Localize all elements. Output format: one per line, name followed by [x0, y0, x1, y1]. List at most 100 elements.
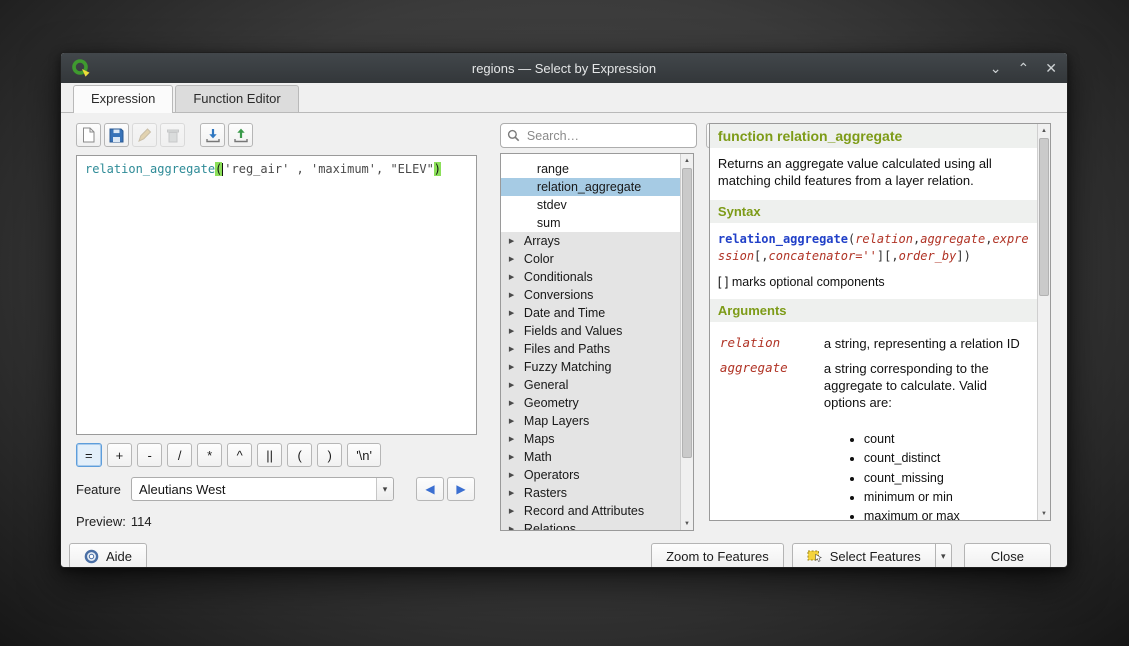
function-group[interactable]: ▶Math [501, 448, 680, 466]
function-group[interactable]: ▶General [501, 376, 680, 394]
scrollbar-thumb[interactable] [682, 168, 692, 458]
select-features-button[interactable]: Select Features [792, 543, 936, 568]
chevron-down-icon[interactable]: ▾ [376, 478, 393, 500]
function-group[interactable]: ▶Color [501, 250, 680, 268]
chevron-right-icon: ▶ [509, 399, 517, 407]
function-group[interactable]: ▶Conversions [501, 286, 680, 304]
chevron-right-icon: ▶ [509, 507, 517, 515]
search-icon [507, 129, 520, 142]
option-item: count [864, 431, 1027, 447]
arrow-right-icon: ▶ [456, 482, 465, 496]
scroll-down-icon[interactable]: ▼ [681, 517, 693, 530]
feature-row: Feature Aleutians West ▾ ◀ ▶ [76, 477, 477, 501]
select-features-dropdown-button[interactable]: ▾ [936, 543, 952, 568]
function-item-selected[interactable]: relation_aggregate [501, 178, 680, 196]
previous-feature-button[interactable]: ◀ [416, 477, 444, 501]
operator-divide-button[interactable]: / [167, 443, 192, 467]
save-expression-button[interactable] [104, 123, 129, 147]
operator-newline-button[interactable]: '\n' [347, 443, 381, 467]
expression-function: relation_aggregate [85, 162, 215, 176]
feature-combobox[interactable]: Aleutians West ▾ [131, 477, 394, 501]
chevron-right-icon: ▶ [509, 525, 517, 530]
select-features-split-button: Select Features ▾ [792, 543, 952, 568]
new-file-icon [81, 127, 96, 143]
close-button[interactable]: Close [964, 543, 1051, 568]
function-group[interactable]: ▶Rasters [501, 484, 680, 502]
function-group[interactable]: ▶Fuzzy Matching [501, 358, 680, 376]
aggregate-options-list: count count_distinct count_missing minim… [850, 431, 1027, 520]
operator-minus-button[interactable]: - [137, 443, 162, 467]
search-input[interactable] [525, 128, 690, 144]
syntax-heading: Syntax [710, 200, 1037, 223]
chevron-right-icon: ▶ [509, 291, 517, 299]
function-group[interactable]: ▶Conditionals [501, 268, 680, 286]
help-button[interactable]: Aide [69, 543, 147, 568]
option-item: count_distinct [864, 450, 1027, 466]
operator-open-paren-button[interactable]: ( [287, 443, 312, 467]
function-item[interactable]: range [501, 160, 680, 178]
chevron-right-icon: ▶ [509, 327, 517, 335]
function-list-column: Show Help range relation_aggregate stdev… [500, 123, 694, 531]
function-group[interactable]: ▶Files and Paths [501, 340, 680, 358]
search-row: Show Help [500, 123, 694, 148]
help-scrollbar: ▲ ▼ [1037, 124, 1050, 520]
chevron-right-icon: ▶ [509, 237, 517, 245]
trash-icon [166, 128, 180, 143]
function-group[interactable]: ▶Operators [501, 466, 680, 484]
new-expression-button[interactable] [76, 123, 101, 147]
titlebar[interactable]: regions — Select by Expression ⌄ ⌃ ✕ [61, 53, 1067, 83]
scroll-up-icon[interactable]: ▲ [1038, 124, 1050, 137]
function-group[interactable]: ▶Maps [501, 430, 680, 448]
import-expression-button[interactable] [200, 123, 225, 147]
chevron-down-icon: ▾ [941, 551, 946, 562]
function-group[interactable]: ▶Geometry [501, 394, 680, 412]
help-description: Returns an aggregate value calculated us… [710, 148, 1037, 190]
function-item[interactable]: stdev [501, 196, 680, 214]
function-group[interactable]: ▶Map Layers [501, 412, 680, 430]
function-item[interactable]: sum [501, 214, 680, 232]
chevron-right-icon: ▶ [509, 453, 517, 461]
tab-expression[interactable]: Expression [73, 85, 173, 113]
shade-window-button[interactable]: ⌄ [990, 53, 1002, 83]
chevron-right-icon: ▶ [509, 363, 517, 371]
optional-components-note: [ ] marks optional components [710, 264, 1037, 289]
argument-description: a string corresponding to the aggregate … [824, 360, 1027, 520]
function-group[interactable]: ▶Relations [501, 520, 680, 530]
export-expression-button[interactable] [228, 123, 253, 147]
function-group[interactable]: ▶Record and Attributes [501, 502, 680, 520]
tab-function-editor[interactable]: Function Editor [175, 85, 298, 112]
edit-expression-button[interactable] [132, 123, 157, 147]
main-area: relation_aggregate('reg_air' , 'maximum'… [61, 113, 1067, 531]
preview-row: Preview:114 [76, 514, 477, 529]
feature-value: Aleutians West [132, 478, 376, 500]
chevron-right-icon: ▶ [509, 273, 517, 281]
operator-power-button[interactable]: ^ [227, 443, 252, 467]
chevron-right-icon: ▶ [509, 417, 517, 425]
scroll-down-icon[interactable]: ▼ [1038, 507, 1050, 520]
operator-close-paren-button[interactable]: ) [317, 443, 342, 467]
syntax-code: relation_aggregate(relation,aggregate,ex… [710, 223, 1037, 265]
operator-plus-button[interactable]: + [107, 443, 133, 467]
function-group[interactable]: ▶Date and Time [501, 304, 680, 322]
select-features-icon [807, 549, 823, 563]
tab-bar: Expression Function Editor [61, 83, 1067, 113]
close-window-button[interactable]: ✕ [1045, 53, 1057, 83]
feature-label: Feature [76, 482, 131, 497]
scroll-up-icon[interactable]: ▲ [681, 154, 693, 167]
next-feature-button[interactable]: ▶ [447, 477, 475, 501]
search-box[interactable] [500, 123, 697, 148]
delete-expression-button[interactable] [160, 123, 185, 147]
chevron-right-icon: ▶ [509, 309, 517, 317]
help-title: function relation_aggregate [710, 124, 1037, 148]
expression-input[interactable]: relation_aggregate('reg_air' , 'maximum'… [76, 155, 477, 435]
operator-multiply-button[interactable]: * [197, 443, 222, 467]
function-group[interactable]: ▶Fields and Values [501, 322, 680, 340]
maximize-window-button[interactable]: ⌃ [1018, 53, 1030, 83]
operator-concat-button[interactable]: || [257, 443, 282, 467]
function-group[interactable]: ▶Arrays [501, 232, 680, 250]
zoom-to-features-button[interactable]: Zoom to Features [651, 543, 784, 568]
expression-toolbar [76, 123, 477, 147]
operator-equals-button[interactable]: = [76, 443, 102, 467]
scrollbar-thumb[interactable] [1039, 138, 1049, 296]
chevron-right-icon: ▶ [509, 471, 517, 479]
